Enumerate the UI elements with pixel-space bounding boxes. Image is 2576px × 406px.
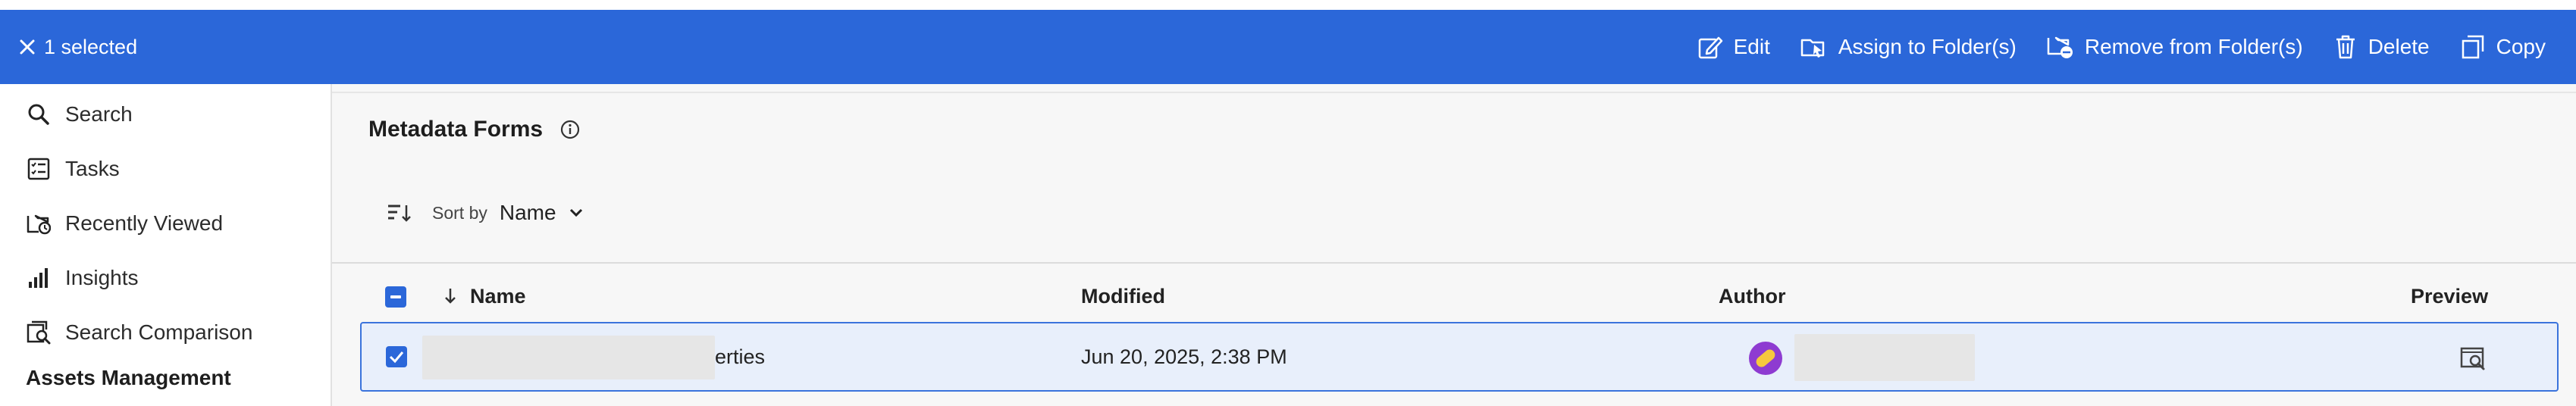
page-title: Metadata Forms: [368, 117, 544, 142]
assign-to-folders-label: Assign to Folder(s): [1838, 35, 2017, 58]
copy-label: Copy: [2496, 35, 2546, 58]
sort-direction-icon[interactable]: [387, 200, 412, 226]
edit-icon: [1698, 36, 1722, 59]
search-icon: [26, 102, 52, 127]
sidebar-item-search-comparison[interactable]: Search Comparison: [26, 310, 252, 355]
select-all-checkbox[interactable]: [385, 286, 406, 308]
sidebar-item-tasks[interactable]: Tasks: [26, 146, 120, 192]
assign-folder-icon: [1800, 39, 1825, 58]
avatar: [1749, 342, 1782, 375]
divider: [332, 92, 2576, 93]
sidebar-item-label: Recently Viewed: [65, 211, 224, 235]
preview-button[interactable]: [2458, 343, 2489, 373]
table-row[interactable]: erties Jun 20, 2025, 2:38 PM: [360, 322, 2559, 392]
trash-icon: [2336, 35, 2355, 59]
copy-button[interactable]: Copy: [2446, 10, 2562, 84]
close-icon[interactable]: [17, 36, 38, 58]
sidebar: Search Tasks Recently Viewed Insights Se…: [0, 84, 332, 406]
sidebar-item-label: Search: [65, 102, 133, 126]
edit-label: Edit: [1733, 35, 1770, 58]
column-header-label: Preview: [2411, 284, 2489, 308]
assign-to-folders-button[interactable]: Assign to Folder(s): [1787, 10, 2033, 84]
recently-viewed-icon: [26, 211, 52, 236]
remove-from-folders-button[interactable]: Remove from Folder(s): [2033, 10, 2320, 84]
sort-by-dropdown[interactable]: Name: [500, 201, 584, 225]
insights-icon: [26, 265, 52, 291]
selection-count: 1 selected: [44, 35, 138, 58]
copy-icon: [2462, 35, 2484, 59]
search-comparison-icon: [26, 320, 52, 345]
sidebar-item-recently-viewed[interactable]: Recently Viewed: [26, 201, 223, 246]
edit-button[interactable]: Edit: [1684, 10, 1787, 84]
page-title-wrap: Metadata Forms: [368, 117, 581, 142]
action-buttons: Edit Assign to Folder(s) Remove from Fol…: [1684, 10, 2562, 84]
remove-from-folders-label: Remove from Folder(s): [2084, 35, 2303, 58]
chevron-down-icon: [569, 208, 582, 217]
sidebar-item-insights[interactable]: Insights: [26, 255, 139, 301]
delete-button[interactable]: Delete: [2320, 10, 2446, 84]
delete-label: Delete: [2368, 35, 2430, 58]
sidebar-item-label: Search Comparison: [65, 320, 253, 344]
column-header-modified[interactable]: Modified: [1081, 264, 1165, 329]
info-icon[interactable]: [559, 119, 581, 140]
sort-by-value: Name: [499, 201, 556, 224]
column-header-label: Modified: [1081, 284, 1165, 308]
column-header-name[interactable]: Name: [443, 264, 526, 329]
row-name-fragment: erties: [715, 345, 766, 368]
main-content: Metadata Forms Sort by Name Name Modifie…: [332, 84, 2576, 406]
sidebar-item-search[interactable]: Search: [26, 92, 133, 137]
sort-bar: Sort by Name: [387, 190, 584, 236]
redacted-author: [1794, 334, 1975, 381]
column-header-author[interactable]: Author: [1719, 264, 1785, 329]
column-header-label: Author: [1719, 284, 1786, 308]
sidebar-section-heading: Assets Management: [26, 366, 231, 389]
row-checkbox[interactable]: [386, 346, 407, 367]
selection-info: 1 selected: [17, 10, 137, 84]
sort-arrow-down-icon: [445, 289, 456, 304]
remove-folder-icon: [2047, 36, 2073, 58]
redacted-name: [422, 336, 715, 379]
sort-by-label: Sort by: [432, 202, 487, 223]
column-header-label: Name: [470, 284, 526, 308]
sidebar-item-label: Tasks: [65, 157, 120, 180]
sidebar-item-label: Insights: [65, 266, 139, 289]
tasks-icon: [26, 156, 52, 182]
preview-icon: [2460, 347, 2485, 370]
column-header-preview: Preview: [2411, 264, 2488, 329]
selection-action-bar: 1 selected Edit Assign to Folder(s) Remo…: [0, 10, 2576, 84]
row-modified: Jun 20, 2025, 2:38 PM: [1081, 345, 1287, 368]
table-header: Name Modified Author Preview: [332, 264, 2576, 329]
